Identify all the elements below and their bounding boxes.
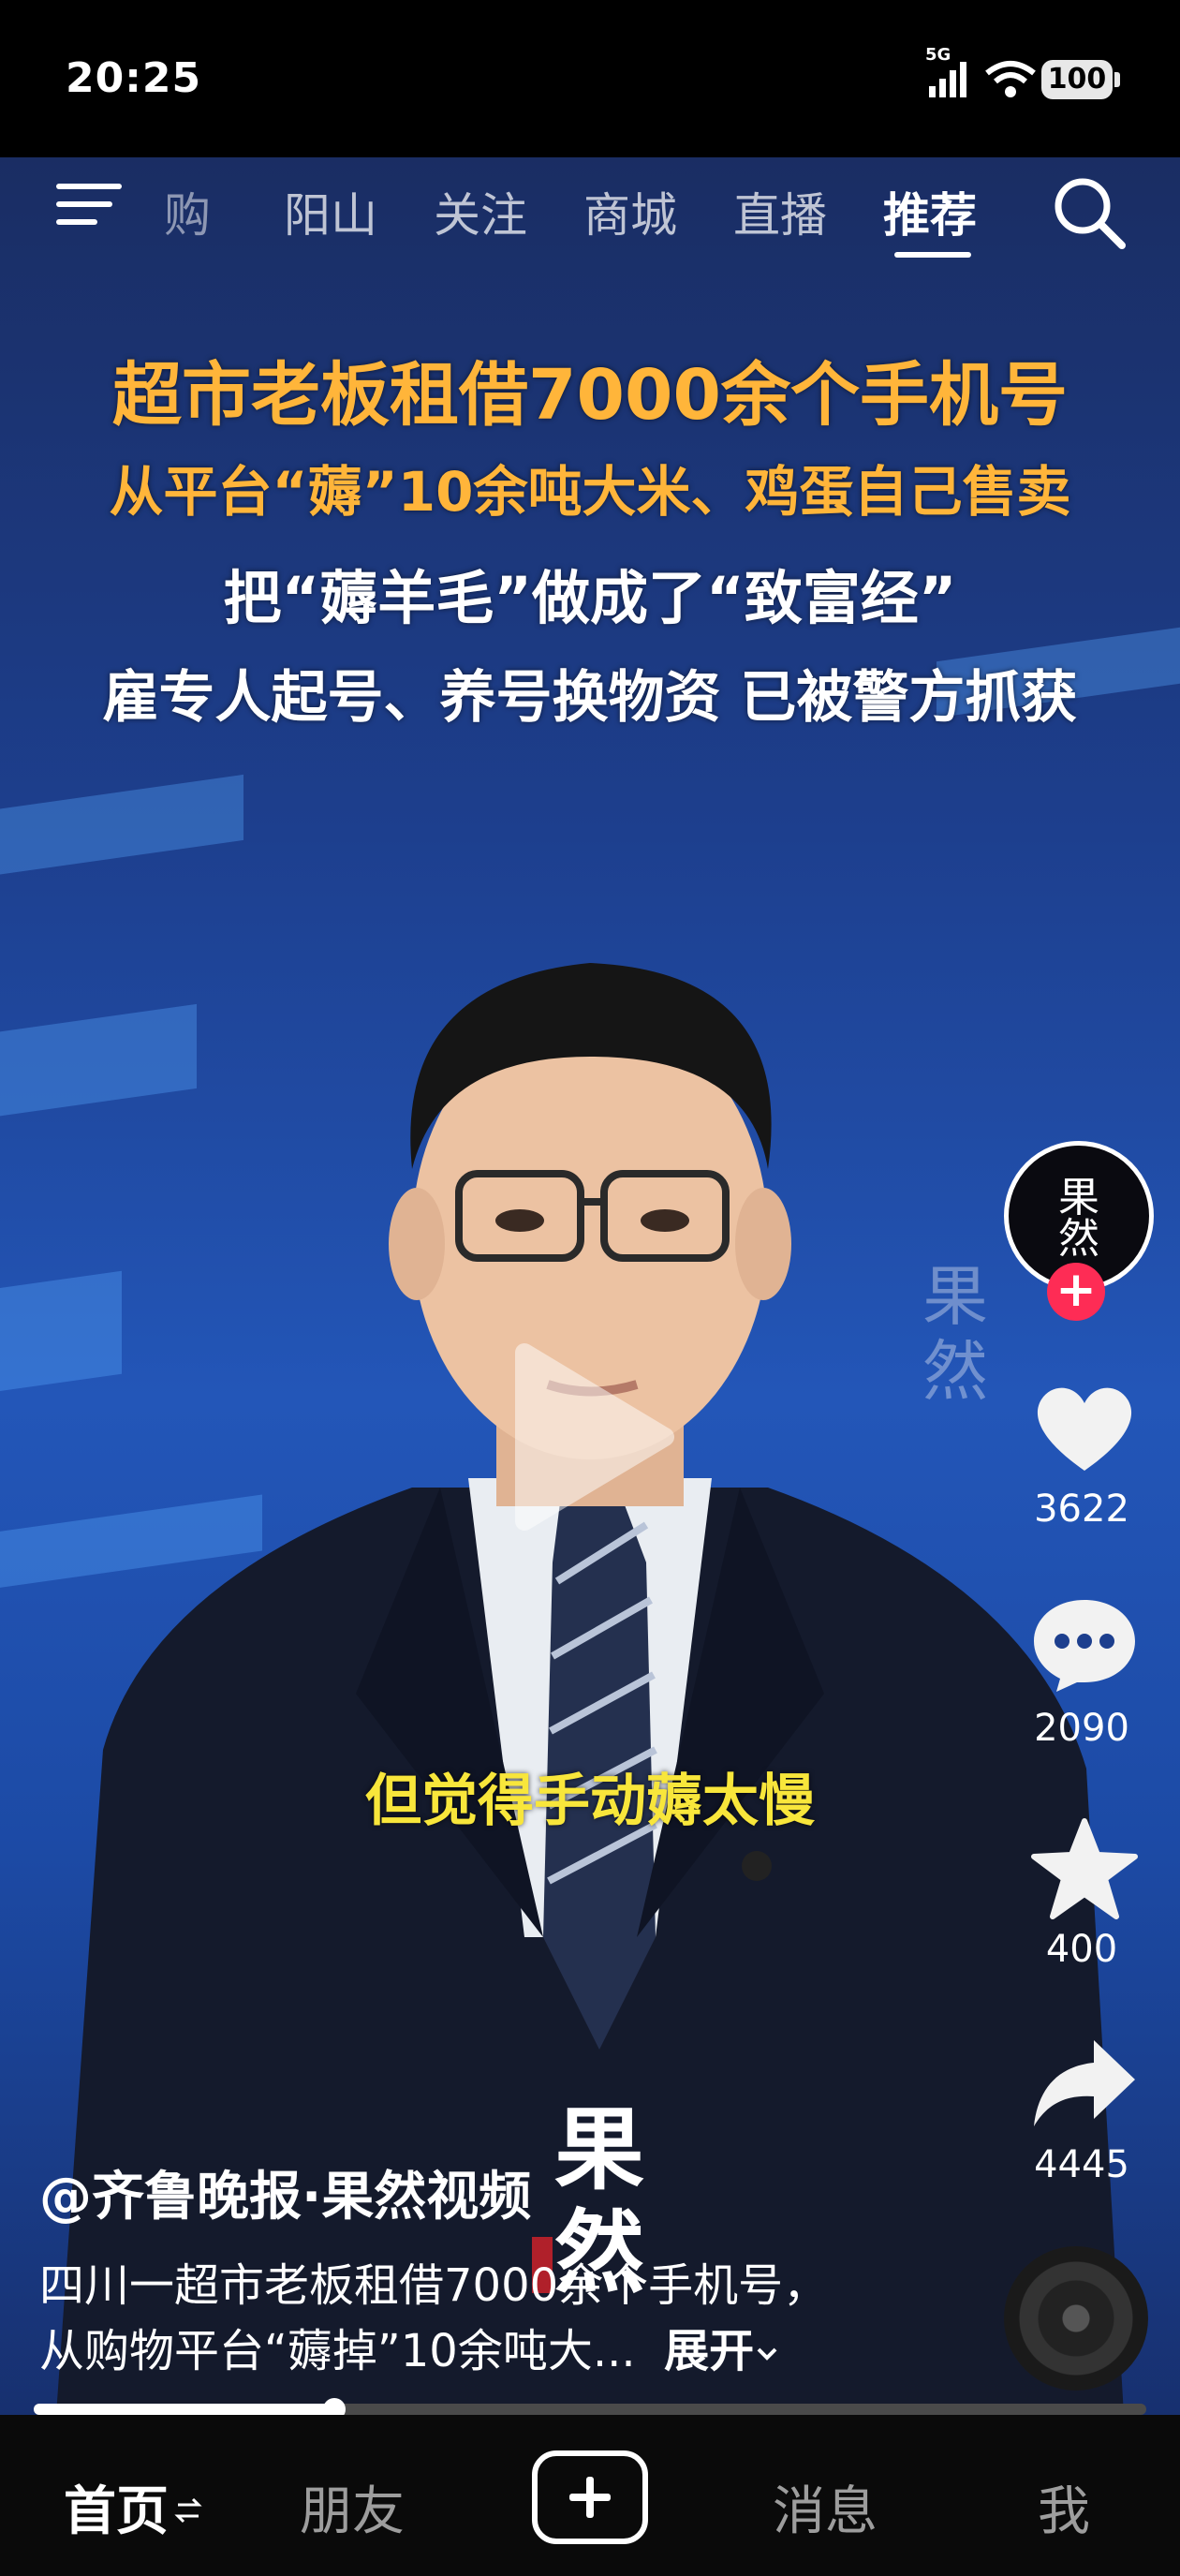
watermark-logo: 果 然 bbox=[922, 1258, 988, 1410]
like-count: 3622 bbox=[1034, 1488, 1129, 1531]
heart-icon[interactable] bbox=[1028, 1377, 1141, 1480]
nav-messages[interactable]: 消息 bbox=[773, 2469, 878, 2545]
video-progress-bar[interactable] bbox=[34, 2398, 1146, 2421]
menu-icon[interactable] bbox=[56, 178, 122, 230]
nav-home[interactable]: 首页 bbox=[64, 2469, 202, 2545]
signal-icon bbox=[929, 62, 966, 97]
headline-main: 超市老板租借7000余个手机号 bbox=[112, 355, 1068, 436]
search-icon[interactable] bbox=[1051, 174, 1128, 251]
create-button[interactable] bbox=[532, 2450, 648, 2544]
comment-count: 2090 bbox=[1034, 1707, 1129, 1750]
expand-link[interactable]: 展开 bbox=[664, 2325, 780, 2377]
status-time: 20:25 bbox=[66, 54, 202, 102]
svg-text:然: 然 bbox=[922, 1333, 988, 1410]
svg-text:果: 果 bbox=[554, 2096, 644, 2202]
favorite-count: 400 bbox=[1045, 1928, 1118, 1971]
tab-shopping[interactable]: 购 bbox=[164, 178, 211, 245]
description-line-2: 从购物平台“薅掉”10余吨大... 展开 bbox=[39, 2318, 828, 2384]
plus-icon bbox=[569, 2477, 611, 2518]
headline-fourth: 雇专人起号、养号换物资 已被警方抓获 bbox=[102, 665, 1078, 731]
description-line-2-text: 从购物平台“薅掉”10余吨大... bbox=[39, 2325, 636, 2377]
wifi-icon bbox=[985, 61, 1036, 97]
progress-fill bbox=[34, 2404, 334, 2415]
svg-text:果: 果 bbox=[922, 1258, 988, 1335]
video-subtitle: 但觉得手动薅太慢 bbox=[365, 1769, 815, 1834]
expand-label: 展开 bbox=[664, 2325, 755, 2377]
share-icon[interactable] bbox=[1028, 2033, 1141, 2136]
video-description[interactable]: 四川一超市老板租借7000余个手机号， 从购物平台“薅掉”10余吨大... 展开 bbox=[39, 2253, 828, 2384]
description-line-1: 四川一超市老板租借7000余个手机号， bbox=[39, 2259, 829, 2312]
headline-third: 把“薅羊毛”做成了“致富经” bbox=[223, 564, 957, 632]
nav-friends[interactable]: 朋友 bbox=[300, 2469, 405, 2545]
battery-indicator: 100 bbox=[1041, 60, 1120, 99]
author-name[interactable]: @齐鲁晚报·果然视频 bbox=[39, 2154, 531, 2230]
svg-text:然: 然 bbox=[1058, 1215, 1099, 1263]
tab-mall[interactable]: 商城 bbox=[583, 178, 677, 245]
chevron-down-icon bbox=[757, 2347, 777, 2361]
star-icon[interactable] bbox=[1028, 1817, 1141, 1920]
status-bar: 20:25 5G 100 bbox=[0, 0, 1180, 157]
nav-home-label: 首页 bbox=[64, 2481, 169, 2542]
play-icon[interactable] bbox=[496, 1334, 684, 1540]
headline-second: 从平台“薅”10余吨大米、鸡蛋自己售卖 bbox=[109, 460, 1071, 524]
tab-following[interactable]: 关注 bbox=[434, 178, 527, 245]
bottom-navigation: 首页 朋友 消息 我 bbox=[0, 2415, 1180, 2576]
share-count: 4445 bbox=[1034, 2143, 1129, 2186]
music-disc-icon[interactable] bbox=[1004, 2246, 1148, 2391]
tab-live[interactable]: 直播 bbox=[733, 178, 827, 245]
active-tab-indicator bbox=[894, 252, 971, 258]
top-navigation: 购 阳山 关注 商城 直播 推荐 bbox=[0, 157, 1180, 260]
follow-button[interactable]: + bbox=[1047, 1263, 1105, 1321]
nav-me[interactable]: 我 bbox=[1038, 2469, 1090, 2545]
swap-icon bbox=[174, 2497, 202, 2524]
tab-recommended[interactable]: 推荐 bbox=[883, 178, 977, 245]
tab-local[interactable]: 阳山 bbox=[284, 178, 377, 245]
comment-icon[interactable] bbox=[1028, 1592, 1141, 1695]
